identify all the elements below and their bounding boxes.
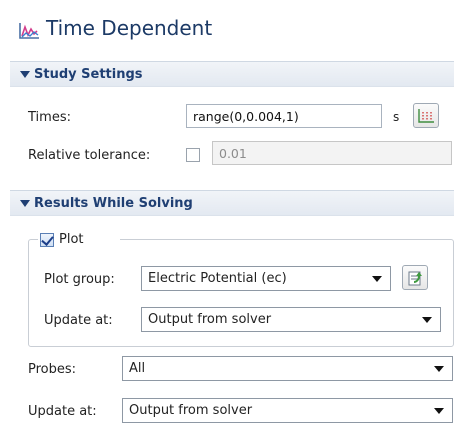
chevron-down-icon [372,276,382,282]
plot-checkbox[interactable] [40,233,54,247]
range-button[interactable] [413,103,439,128]
relative-tolerance-checkbox[interactable] [186,148,200,162]
page-title: Time Dependent [46,16,213,40]
section-header-results-while-solving[interactable]: Results While Solving [10,190,454,216]
probes-select[interactable]: All [122,356,453,381]
relative-tolerance-label: Relative tolerance: [28,148,151,163]
times-input[interactable]: range(0,0.004,1) [186,104,382,128]
plot-update-at-label: Update at: [44,313,113,328]
plot-group-select[interactable]: Electric Potential (ec) [141,266,391,291]
probes-update-at-value: Output from solver [129,403,253,418]
collapse-triangle-icon [20,200,30,207]
section-title: Study Settings [34,67,143,82]
plot-groupbox-legend: Plot [38,230,120,250]
plot-group-value: Electric Potential (ec) [148,271,287,286]
range-chart-icon [418,109,434,123]
chevron-down-icon [434,366,444,372]
go-to-plot-button[interactable] [402,265,428,290]
chevron-down-icon [422,317,432,323]
probes-update-at-label: Update at: [28,404,97,419]
plot-update-at-select[interactable]: Output from solver [141,307,441,332]
plot-label: Plot [59,232,84,247]
relative-tolerance-input[interactable]: 0.01 [212,141,452,165]
time-dependent-study-icon [19,23,39,39]
times-unit: s [393,110,400,124]
plot-update-at-value: Output from solver [148,312,272,327]
collapse-triangle-icon [20,71,30,78]
section-title: Results While Solving [34,196,193,211]
probes-value: All [129,361,146,376]
panel-title-bar: Time Dependent [0,0,465,52]
go-to-plot-icon [408,271,422,286]
times-label: Times: [28,110,71,125]
probes-label: Probes: [28,362,77,377]
plot-group-label: Plot group: [44,272,115,287]
chevron-down-icon [434,408,444,414]
probes-update-at-select[interactable]: Output from solver [122,398,453,423]
section-header-study-settings[interactable]: Study Settings [10,61,454,87]
